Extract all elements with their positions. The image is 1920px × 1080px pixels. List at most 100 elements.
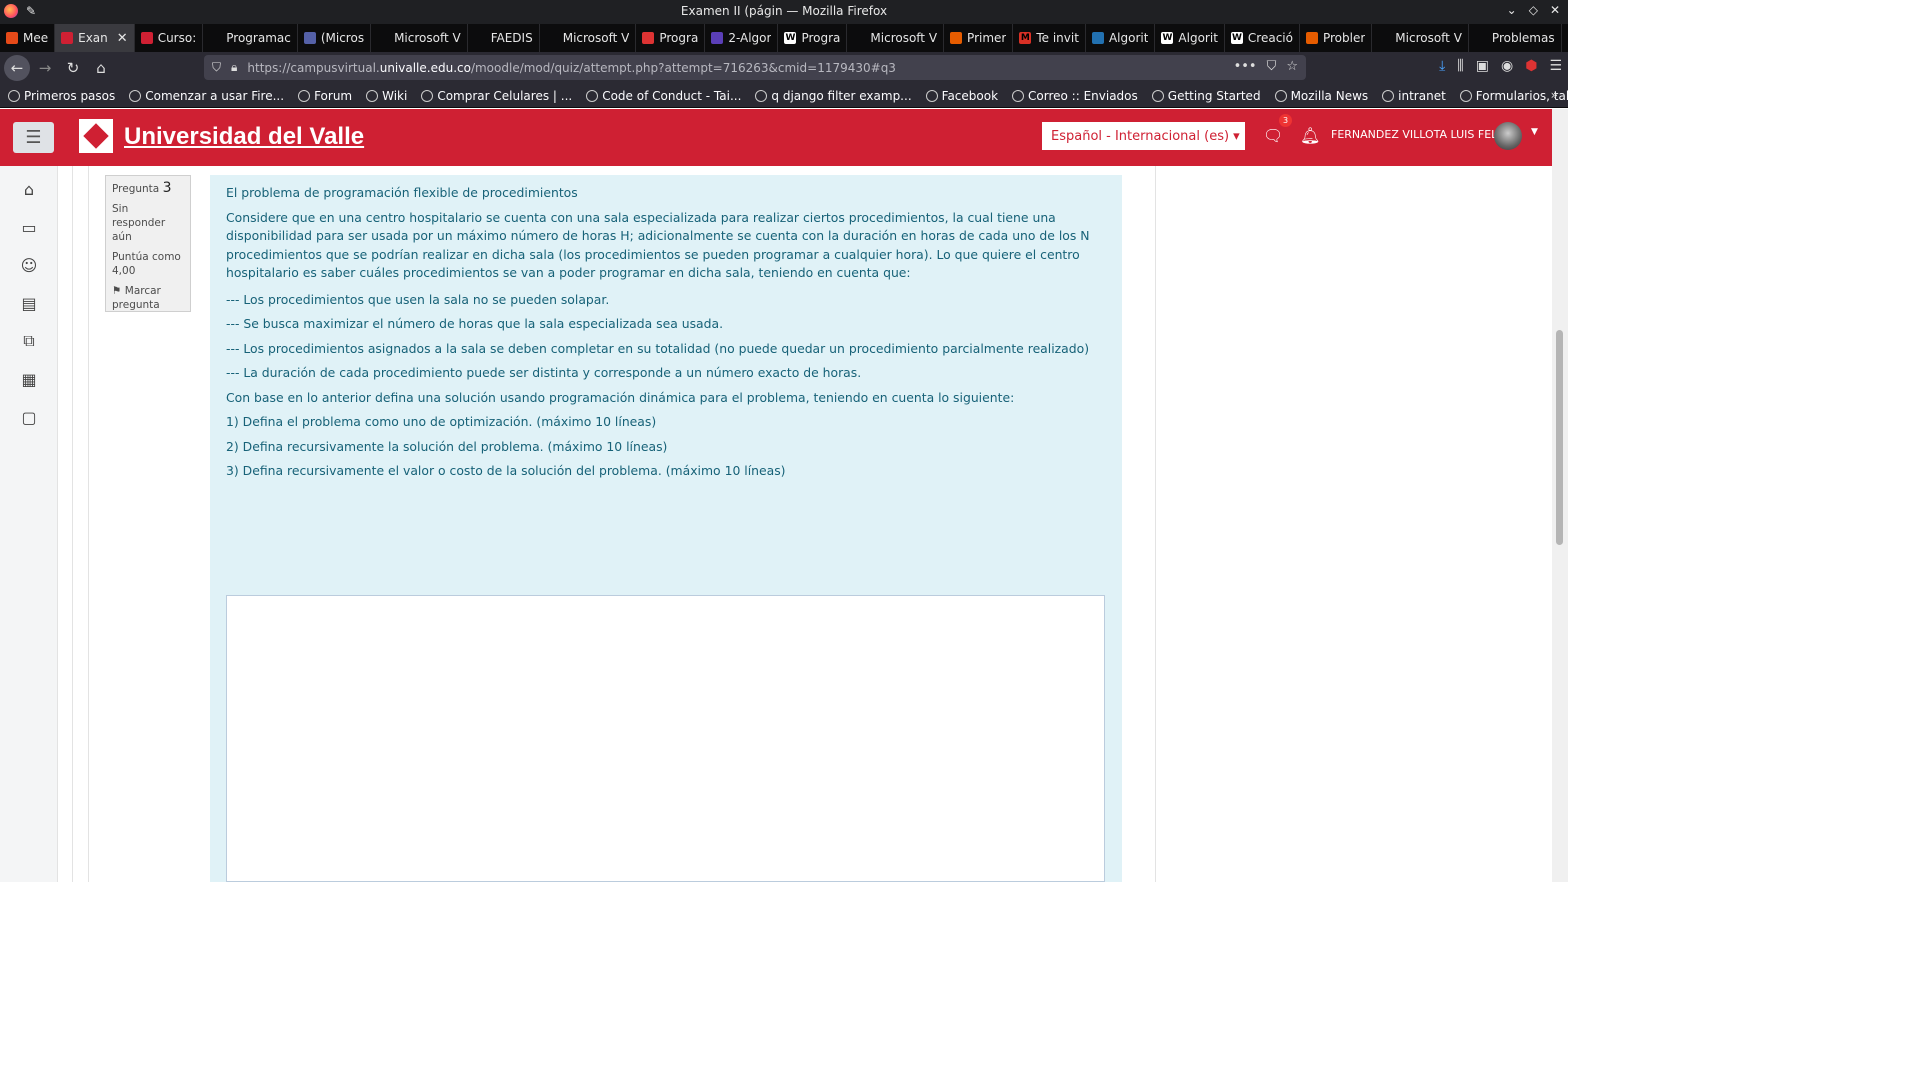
- bookmark-item[interactable]: Getting Started: [1151, 89, 1261, 103]
- notifications-bell-icon[interactable]: 🔔︎: [1300, 126, 1320, 145]
- browser-tab[interactable]: W Creació: [1225, 24, 1300, 52]
- bookmark-item[interactable]: Comprar Celulares | ...: [421, 89, 572, 103]
- language-menu[interactable]: Español - Internacional (es) ▾: [1042, 122, 1245, 150]
- messages-icon[interactable]: 🗨︎: [1263, 126, 1283, 145]
- calendar-icon[interactable]: ▦: [18, 368, 40, 390]
- browser-tab[interactable]: W Algorit: [1155, 24, 1225, 52]
- maximize-icon[interactable]: ◇: [1529, 3, 1538, 17]
- bookmark-item[interactable]: intranet: [1382, 89, 1446, 103]
- site-brand[interactable]: Universidad del Valle: [124, 123, 364, 151]
- back-arrow-icon[interactable]: ←: [4, 55, 30, 81]
- home-icon[interactable]: ⌂: [88, 55, 114, 81]
- forward-arrow-icon[interactable]: →: [32, 55, 58, 81]
- tab-favicon-icon: [711, 32, 724, 44]
- browser-tab[interactable]: Microsoft V: [847, 24, 945, 52]
- tab-favicon-icon: [474, 32, 486, 44]
- browser-tab[interactable]: Microsoft V: [371, 24, 468, 52]
- tab-label: Creació: [1247, 31, 1293, 45]
- bookmark-star-icon[interactable]: ☆: [1286, 59, 1298, 74]
- browser-tab[interactable]: (Micros: [298, 24, 372, 52]
- drawer-toggle-button[interactable]: ☰: [13, 122, 54, 153]
- sidebar-icon[interactable]: ▣: [1476, 58, 1489, 74]
- browser-tab[interactable]: Progra: [636, 24, 706, 52]
- tab-label: Problemas: [1491, 31, 1555, 45]
- browser-tab[interactable]: 2-Algor: [705, 24, 779, 52]
- bookmark-label: Code of Conduct - Tai...: [602, 88, 742, 103]
- account-icon[interactable]: ◉: [1501, 58, 1513, 74]
- question-grade: Puntúa como 4,00: [112, 251, 181, 277]
- condition-item: --- Los procedimientos asignados a la sa…: [226, 340, 1090, 356]
- grades-book-icon[interactable]: ▤: [18, 292, 40, 314]
- condition-item: --- Los procedimientos que usen la sala …: [226, 291, 610, 307]
- bookmark-item[interactable]: q django filter examp...: [755, 89, 912, 103]
- files-folder-icon[interactable]: ▢: [18, 406, 40, 428]
- pocket-icon[interactable]: ⛉: [1267, 59, 1277, 74]
- tab-favicon-icon: [546, 32, 558, 44]
- browser-tab[interactable]: Mauret: [1562, 24, 1568, 52]
- bookmark-globe-icon: [755, 89, 768, 102]
- browser-tab[interactable]: Exan ✕: [55, 24, 135, 52]
- tab-label: Mee: [23, 31, 49, 45]
- bookmark-globe-icon: [1274, 89, 1287, 102]
- close-window-icon[interactable]: ✕: [1550, 3, 1560, 17]
- more-bookmarks-icon[interactable]: »: [1551, 88, 1558, 102]
- home-nav-icon[interactable]: ⌂: [18, 178, 40, 200]
- tab-favicon-icon: M: [1019, 32, 1032, 44]
- tab-favicon-icon: [377, 32, 389, 44]
- browser-tab[interactable]: FAEDIS: [468, 24, 540, 52]
- user-name[interactable]: FERNANDEZ VILLOTA LUIS FELIPE: [1331, 128, 1514, 141]
- tab-favicon-icon: [303, 32, 316, 44]
- tab-label: Algorit: [1178, 31, 1218, 45]
- tab-label: Microsoft V: [562, 31, 630, 45]
- scrollbar-thumb[interactable]: [1556, 330, 1563, 545]
- menu-icon[interactable]: ☰: [1549, 58, 1562, 74]
- bookmark-item[interactable]: Primeros pasos: [8, 89, 115, 103]
- bookmark-item[interactable]: Forum: [298, 89, 352, 103]
- user-menu-caret-icon[interactable]: ▼: [1531, 127, 1538, 137]
- browser-tab[interactable]: Algorit: [1086, 24, 1156, 52]
- dashboard-icon[interactable]: ▭: [18, 216, 40, 238]
- downloads-icon[interactable]: ⤓: [1439, 58, 1445, 74]
- library-icon[interactable]: ⫼: [1457, 58, 1463, 74]
- avatar[interactable]: [1494, 122, 1522, 150]
- bookmark-label: Forum: [314, 88, 353, 103]
- page-actions-icon[interactable]: •••: [1234, 59, 1257, 74]
- browser-tab[interactable]: Microsoft V: [1372, 24, 1469, 52]
- tab-favicon-icon: [6, 32, 18, 44]
- university-logo[interactable]: [79, 119, 113, 153]
- bookmark-item[interactable]: Facebook: [925, 89, 998, 103]
- browser-tab[interactable]: Microsoft V: [540, 24, 637, 52]
- browser-tab[interactable]: Programac: [203, 24, 298, 52]
- bookmark-item[interactable]: Code of Conduct - Tai...: [586, 89, 741, 103]
- bookmark-item[interactable]: Correo :: Enviados: [1012, 89, 1138, 103]
- bookmark-item[interactable]: Mozilla News: [1274, 89, 1368, 103]
- bookmark-label: Wiki: [382, 88, 408, 103]
- bookmark-label: Correo :: Enviados: [1028, 88, 1138, 103]
- browser-tab[interactable]: W Progra: [778, 24, 848, 52]
- ublock-icon[interactable]: ⬢: [1525, 58, 1537, 74]
- browser-tab[interactable]: Primer: [944, 24, 1014, 52]
- browser-tab[interactable]: Probler: [1300, 24, 1373, 52]
- bookmark-label: Comprar Celulares | ...: [437, 88, 573, 103]
- browser-tab[interactable]: M Te invit: [1013, 24, 1086, 52]
- close-tab-icon[interactable]: ✕: [117, 31, 128, 46]
- participants-icon[interactable]: ☺: [18, 254, 40, 276]
- window-titlebar: ✎ Examen II (págin — Mozilla Firefox ⌄ ◇…: [0, 0, 1568, 24]
- bookmark-item[interactable]: Comenzar a usar Fire...: [129, 89, 284, 103]
- courses-icon[interactable]: ⧉: [18, 330, 40, 352]
- browser-tab[interactable]: Curso:: [135, 24, 204, 52]
- browser-tab[interactable]: Mee: [0, 24, 56, 52]
- bookmark-item[interactable]: Wiki: [366, 89, 407, 103]
- flag-question-link[interactable]: ⚑ Marcar pregunta: [112, 284, 184, 312]
- shield-icon[interactable]: ⛉: [212, 60, 221, 75]
- flag-icon: ⚑: [112, 285, 122, 297]
- bookmarks-toolbar: Primeros pasos Comenzar a usar Fire... For…: [0, 84, 1568, 108]
- browser-tab[interactable]: Problemas: [1469, 24, 1562, 52]
- bookmark-globe-icon: [298, 89, 311, 102]
- tab-label: Primer: [967, 31, 1007, 45]
- minimize-icon[interactable]: ⌄: [1507, 3, 1517, 17]
- reload-icon[interactable]: ↻: [60, 55, 86, 81]
- answer-editor[interactable]: [226, 595, 1105, 882]
- lock-icon[interactable]: 🔒︎: [231, 60, 237, 75]
- address-bar[interactable]: ⛉ 🔒︎ https://campusvirtual. univalle.edu.…: [204, 55, 1306, 80]
